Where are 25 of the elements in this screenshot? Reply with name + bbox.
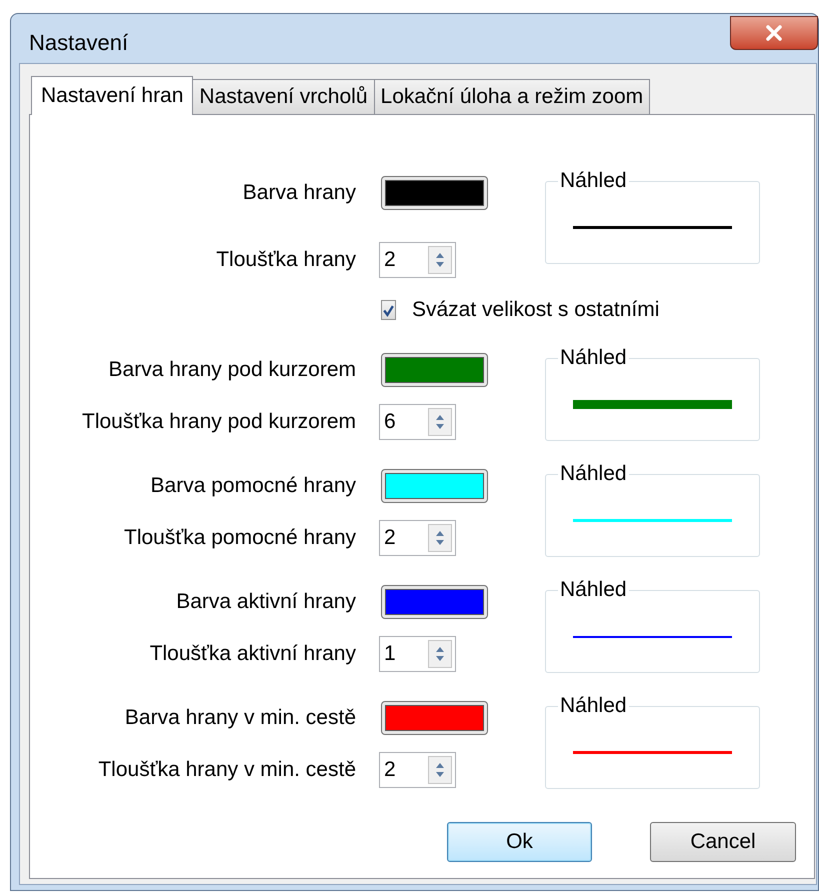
number-spinner[interactable]: 6	[379, 404, 456, 440]
number-spinner[interactable]: 2	[379, 752, 456, 788]
close-button[interactable]	[730, 16, 818, 50]
number-spinner[interactable]: 1	[379, 636, 456, 672]
field-label: Barva hrany v min. cestě	[124, 705, 356, 732]
field-label: Barva hrany	[242, 180, 356, 206]
field-label: Tloušťka aktivní hrany	[148, 641, 356, 668]
window-title: Nastavení	[29, 29, 128, 57]
field-label: Tloušťka hrany	[215, 247, 356, 274]
checkbox-label: Svázat velikost s ostatními	[412, 297, 660, 324]
dialog-button[interactable]: Cancel	[650, 822, 796, 862]
number-spinner[interactable]: 2	[379, 242, 456, 278]
field-label: Tloušťka pomocné hrany	[123, 525, 356, 552]
tab[interactable]: Nastavení hran	[31, 76, 194, 115]
tab[interactable]: Lokační úloha a režim zoom	[374, 79, 650, 114]
dialog-button[interactable]: Ok	[447, 822, 592, 862]
field-label: Tloušťka hrany pod kurzorem	[81, 409, 356, 436]
number-spinner[interactable]: 2	[379, 520, 456, 556]
checkbox[interactable]	[381, 300, 396, 320]
field-label: Barva hrany pod kurzorem	[108, 357, 356, 384]
field-label: Barva pomocné hrany	[150, 473, 356, 500]
field-label: Barva aktivní hrany	[175, 589, 356, 616]
close-icon	[764, 24, 784, 42]
tab[interactable]: Nastavení vrcholů	[192, 79, 375, 114]
field-label: Tloušťka hrany v min. cestě	[97, 757, 356, 784]
